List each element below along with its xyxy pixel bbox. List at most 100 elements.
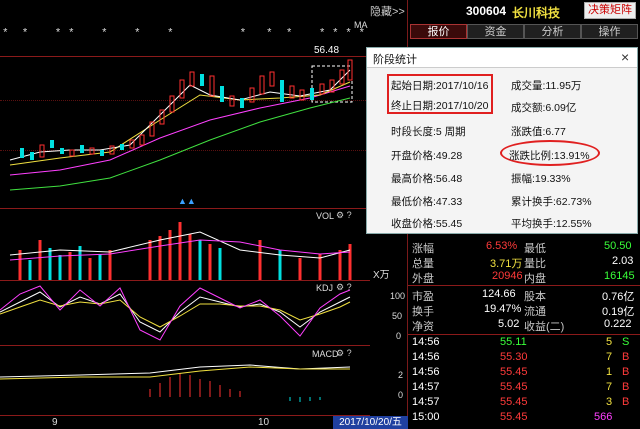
candle — [100, 150, 104, 156]
trade-volume: 566 — [594, 411, 613, 423]
hide-toggle[interactable]: 隐藏>> — [370, 3, 405, 19]
stat-label: 外盘 — [412, 273, 434, 285]
stat-label: 涨幅 — [412, 243, 434, 255]
trade-price: 55.45 — [500, 381, 528, 393]
decision-matrix-button[interactable]: 决策矩阵 — [584, 2, 636, 19]
candle — [69, 149, 75, 157]
end-date: 终止日期:2017/10/20 — [391, 100, 489, 112]
stat-value: 124.66 — [482, 288, 516, 300]
stock-name: 长川科技 — [512, 6, 561, 20]
stat-value: 2.03 — [612, 255, 634, 267]
arrow-markers: ▲▲ — [178, 196, 196, 206]
stat-value: 20946 — [492, 270, 523, 282]
candle — [39, 144, 45, 158]
high-price: 最高价格:56.48 — [391, 173, 463, 185]
trade-volume: 7 — [606, 351, 613, 363]
trade-price: 55.30 — [500, 351, 528, 363]
trade-price: 55.45 — [500, 396, 528, 408]
candlestick-chart: ▲▲ — [9, 59, 353, 206]
macd-tick-2: 2 — [398, 370, 404, 380]
candle — [179, 79, 185, 99]
trade-volume: 3 — [606, 396, 613, 408]
kline-chart-area[interactable]: * * * * * * * * * * * * * * * * * * MA 5… — [0, 0, 408, 429]
change-value: 涨跌值:6.77 — [511, 126, 566, 138]
candle — [259, 75, 265, 95]
kdj-tick-100: 100 — [390, 291, 406, 301]
open-price: 开盘价格:49.28 — [391, 150, 463, 162]
trade-row: 14:57 55.45 7 B — [408, 381, 640, 396]
trade-direction: B — [622, 381, 630, 393]
candle — [269, 71, 275, 87]
trade-price: 55.11 — [500, 336, 527, 348]
tab-analysis[interactable]: 分析 — [524, 24, 581, 39]
candle — [310, 88, 314, 100]
stat-value: 3.71万 — [490, 258, 523, 270]
period-stats-dialog[interactable]: 阶段统计 × 起始日期:2017/10/16 终止日期:2017/10/20 成… — [366, 47, 638, 234]
dialog-titlebar[interactable]: 阶段统计 × — [367, 48, 637, 68]
change-ratio: 涨跌比例:13.91% — [509, 150, 590, 162]
candle — [60, 148, 64, 154]
trade-row: 14:56 55.30 7 B — [408, 351, 640, 366]
tab-funds[interactable]: 资金 — [467, 24, 524, 39]
stat-value: 0.222 — [604, 318, 632, 330]
stat-value: 5.02 — [498, 318, 520, 330]
candle — [209, 75, 215, 97]
trade-direction: B — [622, 396, 630, 408]
trade-row: 14:56 55.45 1 B — [408, 366, 640, 381]
candle — [189, 71, 195, 87]
candle — [220, 86, 224, 102]
amount-stat: 成交额:6.09亿 — [511, 102, 577, 114]
trade-time: 14:56 — [412, 351, 440, 363]
candle — [20, 148, 24, 158]
trade-price: 55.45 — [500, 366, 528, 378]
candle — [240, 98, 244, 108]
amplitude: 振幅:19.33% — [511, 173, 571, 185]
trade-price: 55.45 — [500, 411, 528, 423]
volume-bars — [9, 222, 352, 280]
trade-time: 14:57 — [412, 381, 440, 393]
candle — [319, 83, 325, 95]
kdj-lines — [0, 285, 351, 341]
volume-stat: 成交量:11.95万 — [511, 80, 582, 92]
x-label-10: 10 — [258, 417, 270, 428]
average-turnover: 平均换手:12.55% — [511, 218, 592, 230]
trade-time: 14:56 — [412, 336, 440, 348]
stat-label: 总量 — [412, 258, 434, 270]
trade-volume: 1 — [606, 366, 613, 378]
macd-chart — [0, 364, 351, 402]
stat-label: 净资 — [412, 321, 434, 333]
candle — [280, 80, 284, 102]
trade-direction: B — [622, 351, 630, 363]
stat-value: 50.50 — [604, 240, 632, 252]
stat-value: 19.47% — [484, 303, 522, 315]
candle — [50, 140, 54, 148]
stat-label: 收益(二) — [524, 321, 565, 333]
candle — [80, 145, 84, 153]
stat-label: 最低 — [524, 243, 546, 255]
stat-label: 换手 — [412, 306, 434, 318]
low-price: 最低价格:47.33 — [391, 196, 463, 208]
close-icon[interactable]: × — [621, 49, 629, 65]
trade-volume: 7 — [606, 381, 613, 393]
candle — [30, 152, 34, 160]
trade-row: 14:57 55.45 3 B — [408, 396, 640, 411]
trade-row: 14:56 55.11 5 S — [408, 336, 640, 351]
macd-tick-0: 0 — [398, 390, 404, 400]
trade-time: 14:56 — [412, 366, 440, 378]
tab-quote[interactable]: 报价 — [410, 24, 467, 39]
trade-time: 15:00 — [412, 411, 440, 423]
trade-row: 15:00 55.45 566 — [408, 411, 640, 426]
candle — [229, 95, 235, 107]
stat-value: 16145 — [604, 270, 635, 282]
candle — [120, 144, 124, 150]
ma20-line — [9, 85, 351, 176]
candle — [289, 85, 295, 99]
kdj-tick-0: 0 — [396, 331, 402, 341]
stat-label: 股本 — [524, 291, 546, 303]
trade-volume: 5 — [606, 336, 613, 348]
stat-label: 内盘 — [524, 273, 546, 285]
close-price: 收盘价格:55.45 — [391, 218, 463, 230]
stat-label: 量比 — [524, 258, 546, 270]
volume-unit-label: X万 — [373, 270, 390, 281]
tab-operation[interactable]: 操作 — [581, 24, 638, 39]
